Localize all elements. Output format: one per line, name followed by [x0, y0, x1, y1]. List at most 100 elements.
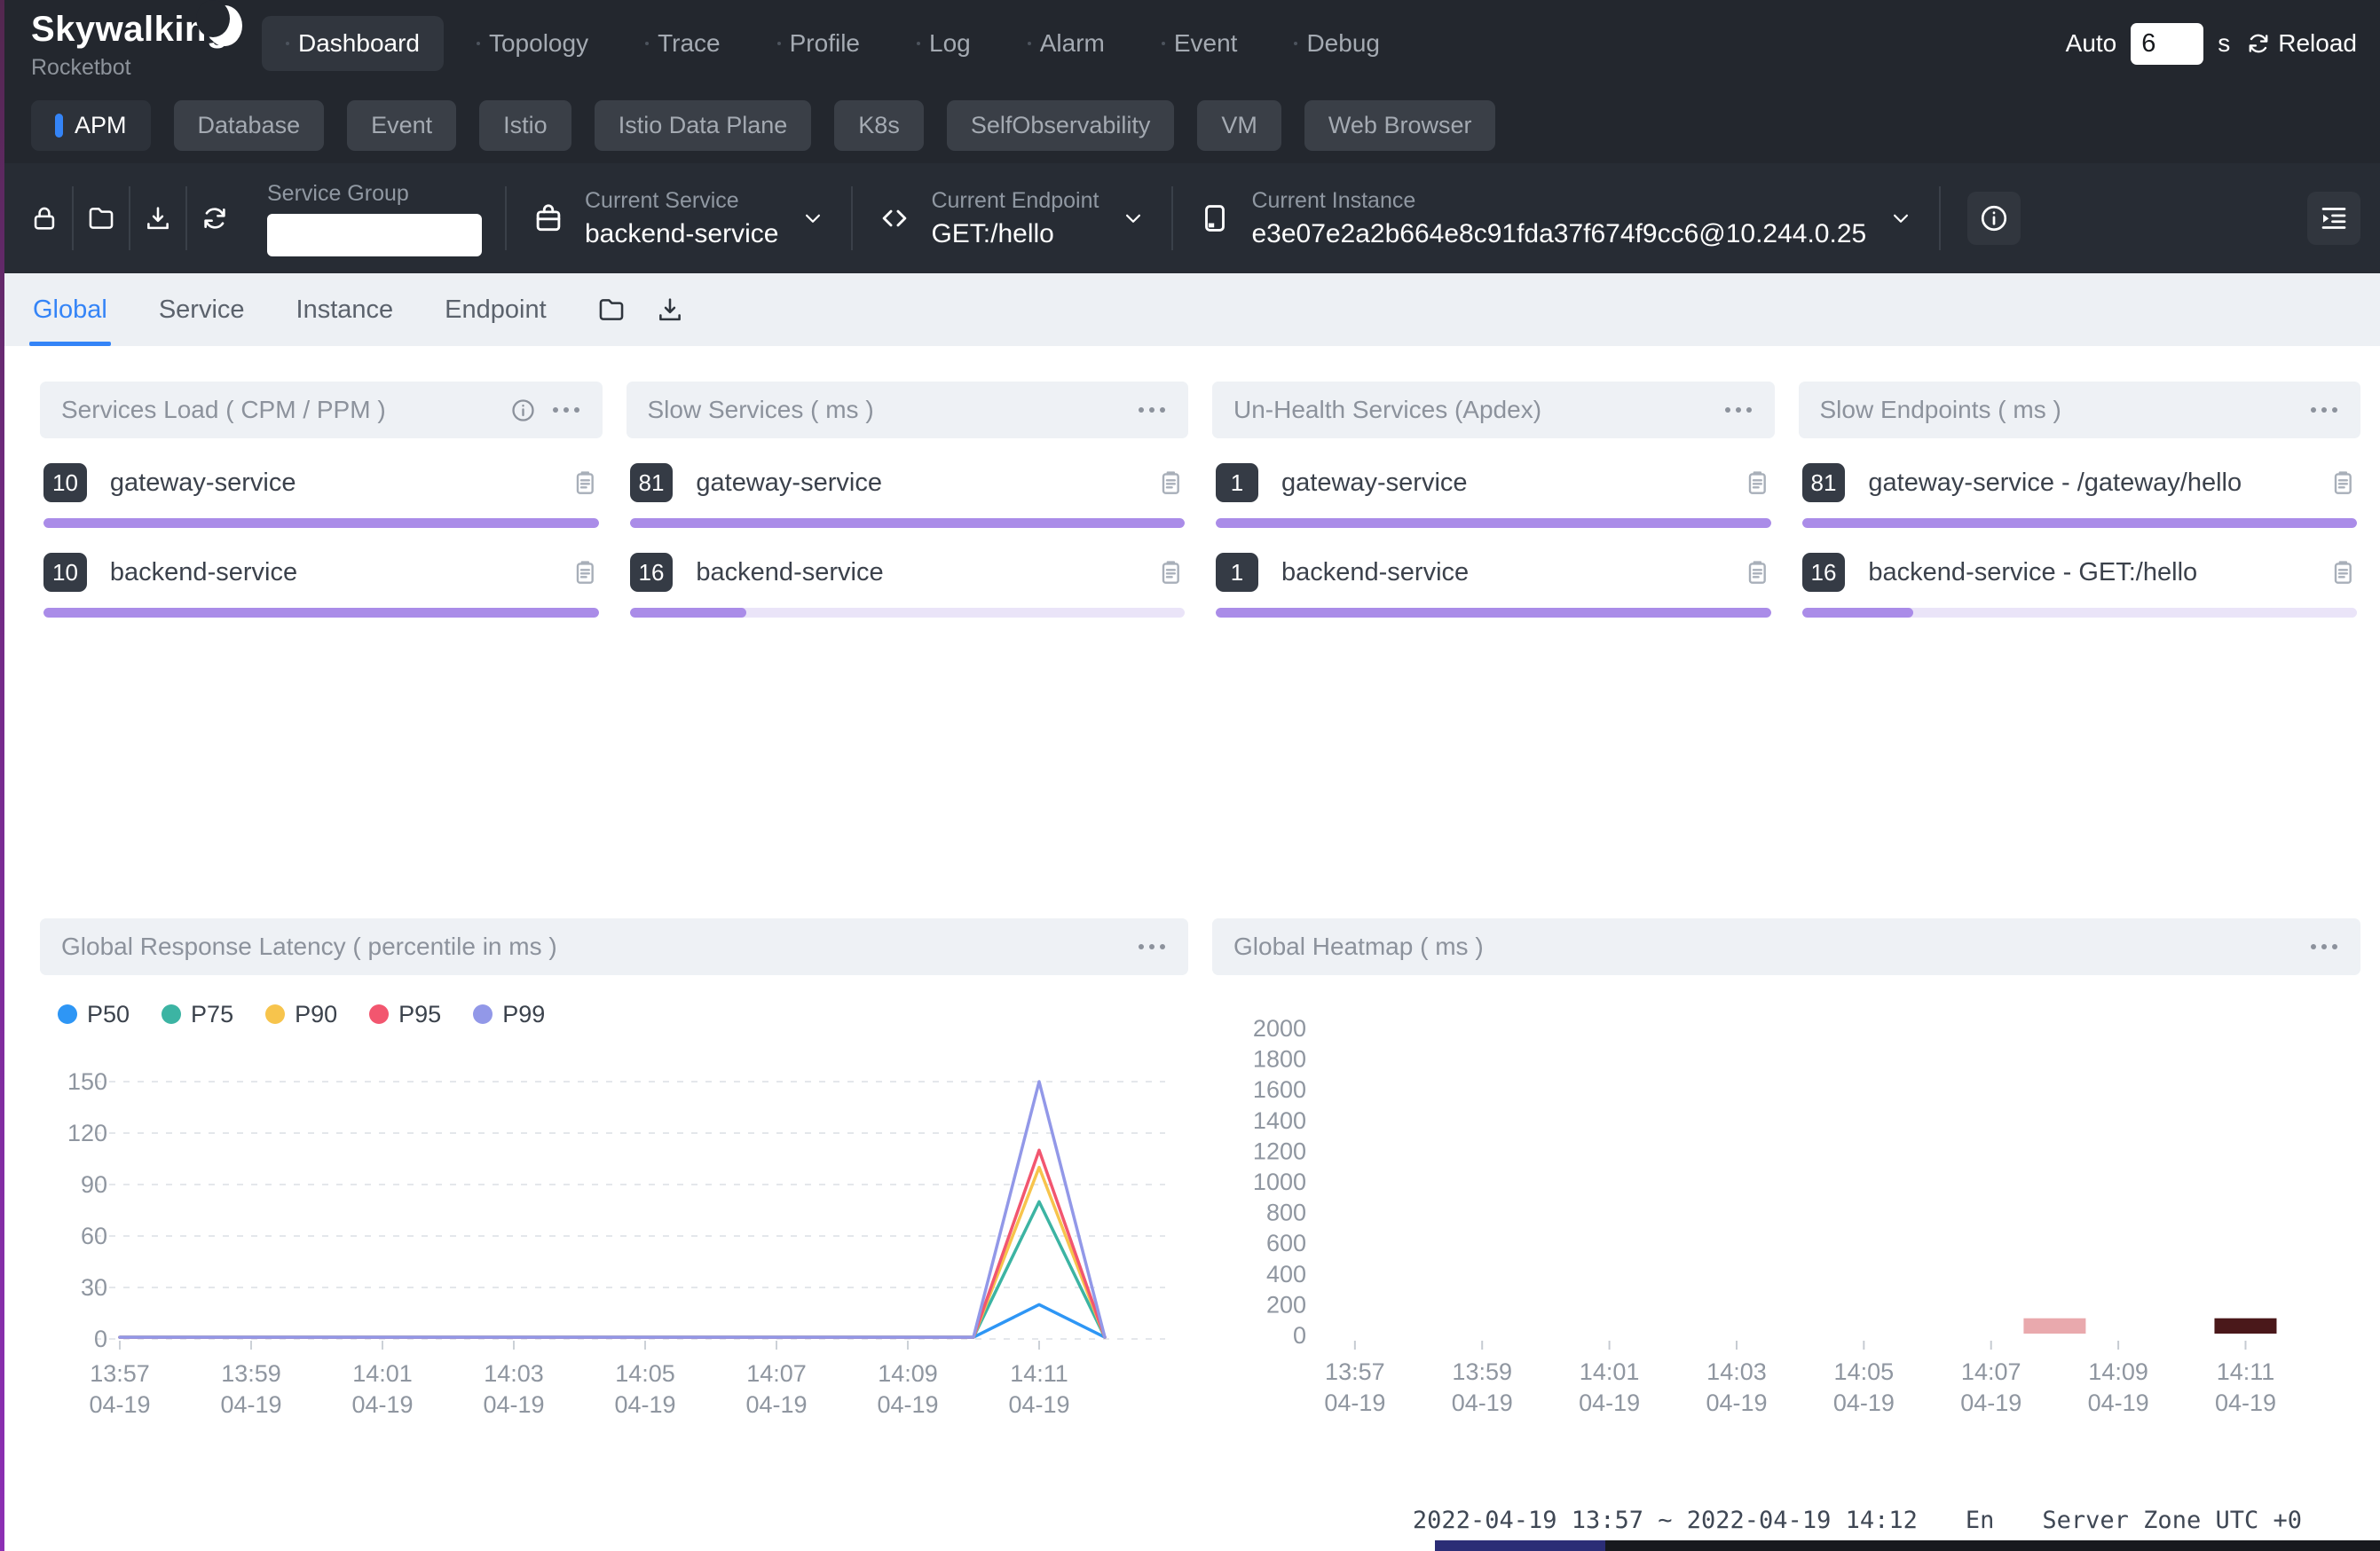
legend-label: P75: [191, 1001, 233, 1028]
import-icon[interactable]: [130, 190, 185, 247]
metric-row: 1backend-service: [1212, 553, 1775, 618]
lock-icon[interactable]: [17, 190, 72, 247]
more-menu-icon[interactable]: [2309, 402, 2339, 418]
copy-icon[interactable]: [2329, 558, 2357, 587]
more-menu-icon[interactable]: [551, 402, 581, 418]
nav-item-dot: [1028, 42, 1031, 45]
svg-text:1000: 1000: [1253, 1169, 1306, 1195]
auto-refresh-interval-input[interactable]: [2131, 23, 2203, 65]
nav-item-log[interactable]: Log: [893, 16, 995, 71]
template-tab-k8s[interactable]: K8s: [834, 100, 924, 151]
template-tab-istio[interactable]: Istio: [479, 100, 571, 151]
svg-text:120: 120: [67, 1120, 107, 1146]
refresh-icon[interactable]: [187, 190, 242, 247]
legend-item-p75[interactable]: P75: [162, 1001, 233, 1028]
nav-item-event[interactable]: Event: [1138, 16, 1262, 71]
nav-item-dot: [477, 42, 480, 45]
current-service-selector[interactable]: Current Service backend-service: [507, 188, 851, 249]
more-menu-icon[interactable]: [1137, 402, 1167, 418]
copy-icon[interactable]: [2329, 468, 2357, 497]
chart-legend: P50 P75 P90 P95 P99: [58, 998, 1188, 1030]
time-range[interactable]: 2022-04-19 13:57 ~ 2022-04-19 14:12: [1413, 1507, 1918, 1534]
template-tab-event[interactable]: Event: [347, 100, 456, 151]
heatmap-cell[interactable]: [2023, 1319, 2085, 1334]
card-info-icon[interactable]: [509, 397, 537, 424]
nav-item-alarm[interactable]: Alarm: [1004, 16, 1129, 71]
folder-icon[interactable]: [596, 295, 627, 325]
chevron-down-icon: [800, 205, 826, 232]
folder-icon[interactable]: [74, 190, 129, 247]
export-icon[interactable]: [655, 295, 685, 325]
menu-unfold-icon[interactable]: [2307, 192, 2360, 245]
template-tab-apm[interactable]: APM: [31, 100, 151, 151]
chevron-down-icon: [1120, 205, 1147, 232]
template-tab-label: APM: [75, 112, 127, 139]
heatmap-plot[interactable]: 020040060080010001200140016001800200013:…: [1212, 989, 2360, 1415]
charts-row: Global Response Latency ( percentile in …: [40, 918, 2360, 1460]
svg-text:04-19: 04-19: [1960, 1390, 2021, 1415]
tab-global[interactable]: Global: [33, 273, 107, 346]
tab-endpoint[interactable]: Endpoint: [445, 273, 547, 346]
current-instance-label: Current Instance: [1251, 188, 1866, 214]
metric-bar: [1802, 608, 2358, 618]
svg-text:14:05: 14:05: [615, 1360, 675, 1387]
copy-icon[interactable]: [1743, 468, 1771, 497]
service-icon: [532, 201, 565, 235]
template-tab-label: VM: [1221, 112, 1257, 139]
metric-value-badge: 81: [630, 463, 674, 502]
legend-item-p50[interactable]: P50: [58, 1001, 130, 1028]
legend-item-p99[interactable]: P99: [473, 1001, 545, 1028]
top-navbar: Skywalking Rocketbot DashboardTopologyTr…: [4, 0, 2380, 87]
nav-item-trace[interactable]: Trace: [621, 16, 745, 71]
left-edge-strip: [0, 0, 4, 1551]
copy-icon[interactable]: [571, 468, 599, 497]
template-tab-selfobservability[interactable]: SelfObservability: [947, 100, 1175, 151]
template-tab-database[interactable]: Database: [174, 100, 325, 151]
legend-item-p95[interactable]: P95: [369, 1001, 441, 1028]
current-endpoint-label: Current Endpoint: [931, 188, 1099, 214]
card-header: Slow Services ( ms ): [627, 382, 1189, 438]
latency-chart-plot[interactable]: 030609012015013:5704-1913:5904-1914:0104…: [40, 1034, 1188, 1460]
auto-reload-controls: Auto s Reload: [2066, 23, 2357, 65]
nav-item-dashboard[interactable]: Dashboard: [262, 16, 444, 71]
tab-instance[interactable]: Instance: [296, 273, 394, 346]
reload-button[interactable]: Reload: [2244, 29, 2357, 58]
svg-text:14:09: 14:09: [878, 1360, 938, 1387]
svg-text:0: 0: [94, 1326, 107, 1352]
svg-text:1600: 1600: [1253, 1076, 1306, 1103]
svg-text:1800: 1800: [1253, 1046, 1306, 1073]
nav-item-label: Profile: [790, 29, 860, 58]
template-tab-label: Database: [198, 112, 301, 139]
copy-icon[interactable]: [1156, 558, 1185, 587]
legend-dot: [369, 1004, 389, 1024]
more-menu-icon[interactable]: [1137, 939, 1167, 955]
tab-service[interactable]: Service: [159, 273, 245, 346]
more-menu-icon[interactable]: [2309, 939, 2339, 955]
svg-text:150: 150: [67, 1068, 107, 1095]
more-menu-icon[interactable]: [1723, 402, 1753, 418]
template-tab-istio-data-plane[interactable]: Istio Data Plane: [595, 100, 812, 151]
copy-icon[interactable]: [1156, 468, 1185, 497]
svg-text:60: 60: [81, 1223, 107, 1249]
template-tab-label: Event: [371, 112, 432, 139]
nav-item-topology[interactable]: Topology: [453, 16, 612, 71]
copy-icon[interactable]: [571, 558, 599, 587]
metric-row: 1gateway-service: [1212, 463, 1775, 528]
template-tab-web-browser[interactable]: Web Browser: [1304, 100, 1496, 151]
language-toggle[interactable]: En: [1966, 1507, 1995, 1534]
info-button[interactable]: [1967, 192, 2021, 245]
heatmap-cell[interactable]: [2214, 1319, 2276, 1334]
current-instance-selector[interactable]: Current Instance e3e07e2a2b664e8c91fda37…: [1173, 188, 1939, 249]
legend-dot: [265, 1004, 285, 1024]
template-tab-vm[interactable]: VM: [1197, 100, 1281, 151]
legend-item-p90[interactable]: P90: [265, 1001, 337, 1028]
popup-edge-artifact: [1435, 1540, 2380, 1551]
metric-bar-fill: [1802, 518, 2358, 528]
service-group-input[interactable]: [267, 214, 482, 256]
nav-item-profile[interactable]: Profile: [753, 16, 884, 71]
metric-name: gateway-service: [1281, 468, 1468, 498]
current-endpoint-selector[interactable]: Current Endpoint GET:/hello: [853, 188, 1171, 249]
svg-text:04-19: 04-19: [1452, 1390, 1513, 1415]
nav-item-debug[interactable]: Debug: [1270, 16, 1404, 71]
copy-icon[interactable]: [1743, 558, 1771, 587]
